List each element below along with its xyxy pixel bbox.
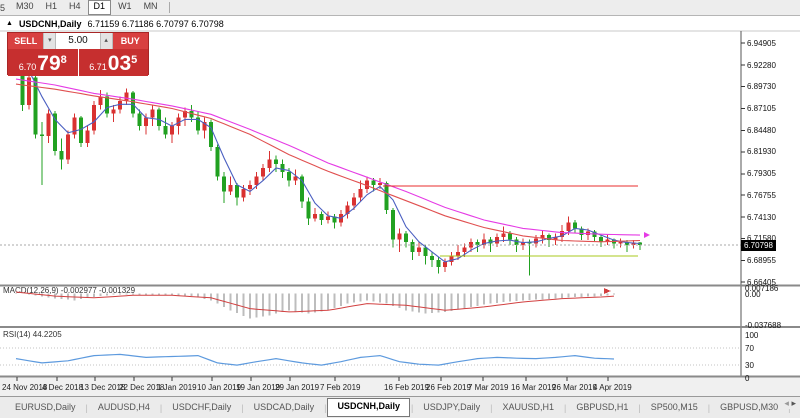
ma-end-arrow-icon — [644, 232, 650, 238]
candle-body — [307, 202, 311, 219]
candle-body — [287, 172, 291, 180]
tab-scroll-left-icon[interactable]: ◂ — [784, 398, 789, 408]
candle-body — [385, 183, 389, 210]
candle-body — [99, 97, 103, 105]
candle-body — [398, 233, 402, 239]
sell-button[interactable]: SELL — [8, 33, 43, 49]
candle-body — [567, 223, 571, 231]
candle-body — [391, 210, 395, 239]
candle-body — [222, 176, 226, 191]
candle-body — [164, 126, 168, 134]
trading-terminal-window: 5 M30H1H4D1W1MN ▲ USDCNH,Daily 6.71159 6… — [0, 0, 800, 418]
buy-price[interactable]: 6.71 03 5 — [79, 49, 149, 76]
candle-body — [352, 197, 356, 205]
buy-price-big: 03 — [108, 54, 131, 74]
candle-body — [47, 113, 51, 136]
candle-body — [320, 214, 324, 220]
volume-input[interactable]: 5.00 — [56, 33, 99, 49]
candle-body — [424, 248, 428, 256]
chart-header: ▲ USDCNH,Daily 6.71159 6.71186 6.70797 6… — [6, 18, 224, 29]
candle-body — [495, 237, 499, 244]
candle-body — [242, 189, 246, 197]
buy-price-small: 6.71 — [89, 62, 107, 72]
sell-price[interactable]: 6.70 79 8 — [8, 49, 79, 76]
candle-body — [430, 256, 434, 260]
candle-body — [326, 217, 330, 220]
candle-body — [261, 168, 265, 176]
candle-body — [372, 181, 376, 185]
sell-price-sup: 8 — [61, 54, 67, 66]
candle-body — [125, 93, 129, 101]
collapse-panel-icon[interactable]: ▲ — [6, 20, 13, 27]
candle-body — [404, 233, 408, 241]
candle-body — [60, 151, 64, 159]
volume-up-icon[interactable]: ▴ — [100, 33, 113, 49]
candle-body — [437, 260, 441, 267]
candle-body — [268, 160, 272, 168]
macd-end-arrow-icon — [604, 288, 611, 294]
candle-body — [417, 248, 421, 252]
candle-body — [131, 93, 135, 114]
chart-symbol-title: USDCNH,Daily — [19, 19, 82, 29]
candle-body — [313, 214, 317, 218]
candle-body — [229, 185, 233, 192]
candle-body — [40, 134, 44, 136]
candle-body — [508, 233, 512, 239]
rsi-line — [16, 354, 614, 365]
candle-body — [502, 233, 506, 236]
candle-body — [144, 118, 148, 126]
candle-body — [281, 164, 285, 172]
candle-body — [255, 176, 259, 184]
candle-body — [476, 242, 480, 245]
candle-body — [359, 189, 363, 197]
candle-body — [151, 109, 155, 117]
buy-button[interactable]: BUY — [113, 33, 148, 49]
candle-body — [235, 185, 239, 198]
candle-body — [112, 109, 116, 113]
buy-price-sup: 5 — [131, 54, 137, 66]
candle-body — [209, 122, 213, 147]
candle-body — [138, 113, 142, 126]
tab-scroll-right-icon[interactable]: ▸ — [791, 398, 796, 408]
candle-body — [274, 160, 278, 164]
candle-body — [105, 97, 109, 114]
candle-body — [86, 130, 90, 143]
sell-price-big: 79 — [37, 54, 60, 74]
tab-scroll-arrows: ◂ ▸ — [782, 398, 798, 409]
candle-body — [66, 134, 70, 159]
one-click-trading-panel: SELL ▾ 5.00 ▴ BUY 6.70 79 8 6.71 03 5 — [7, 32, 149, 75]
candle-body — [248, 185, 252, 189]
candle-body — [92, 105, 96, 130]
candle-body — [463, 248, 467, 252]
candle-body — [443, 262, 447, 267]
candle-body — [216, 147, 220, 176]
candle-body — [573, 223, 577, 229]
candle-body — [599, 237, 603, 242]
volume-down-icon[interactable]: ▾ — [43, 33, 56, 49]
sell-price-small: 6.70 — [19, 62, 37, 72]
candle-body — [170, 126, 174, 134]
candle-body — [411, 242, 415, 252]
candle-body — [157, 109, 161, 126]
candle-body — [378, 183, 382, 185]
chart-ohlc-values: 6.71159 6.71186 6.70797 6.70798 — [87, 19, 223, 29]
